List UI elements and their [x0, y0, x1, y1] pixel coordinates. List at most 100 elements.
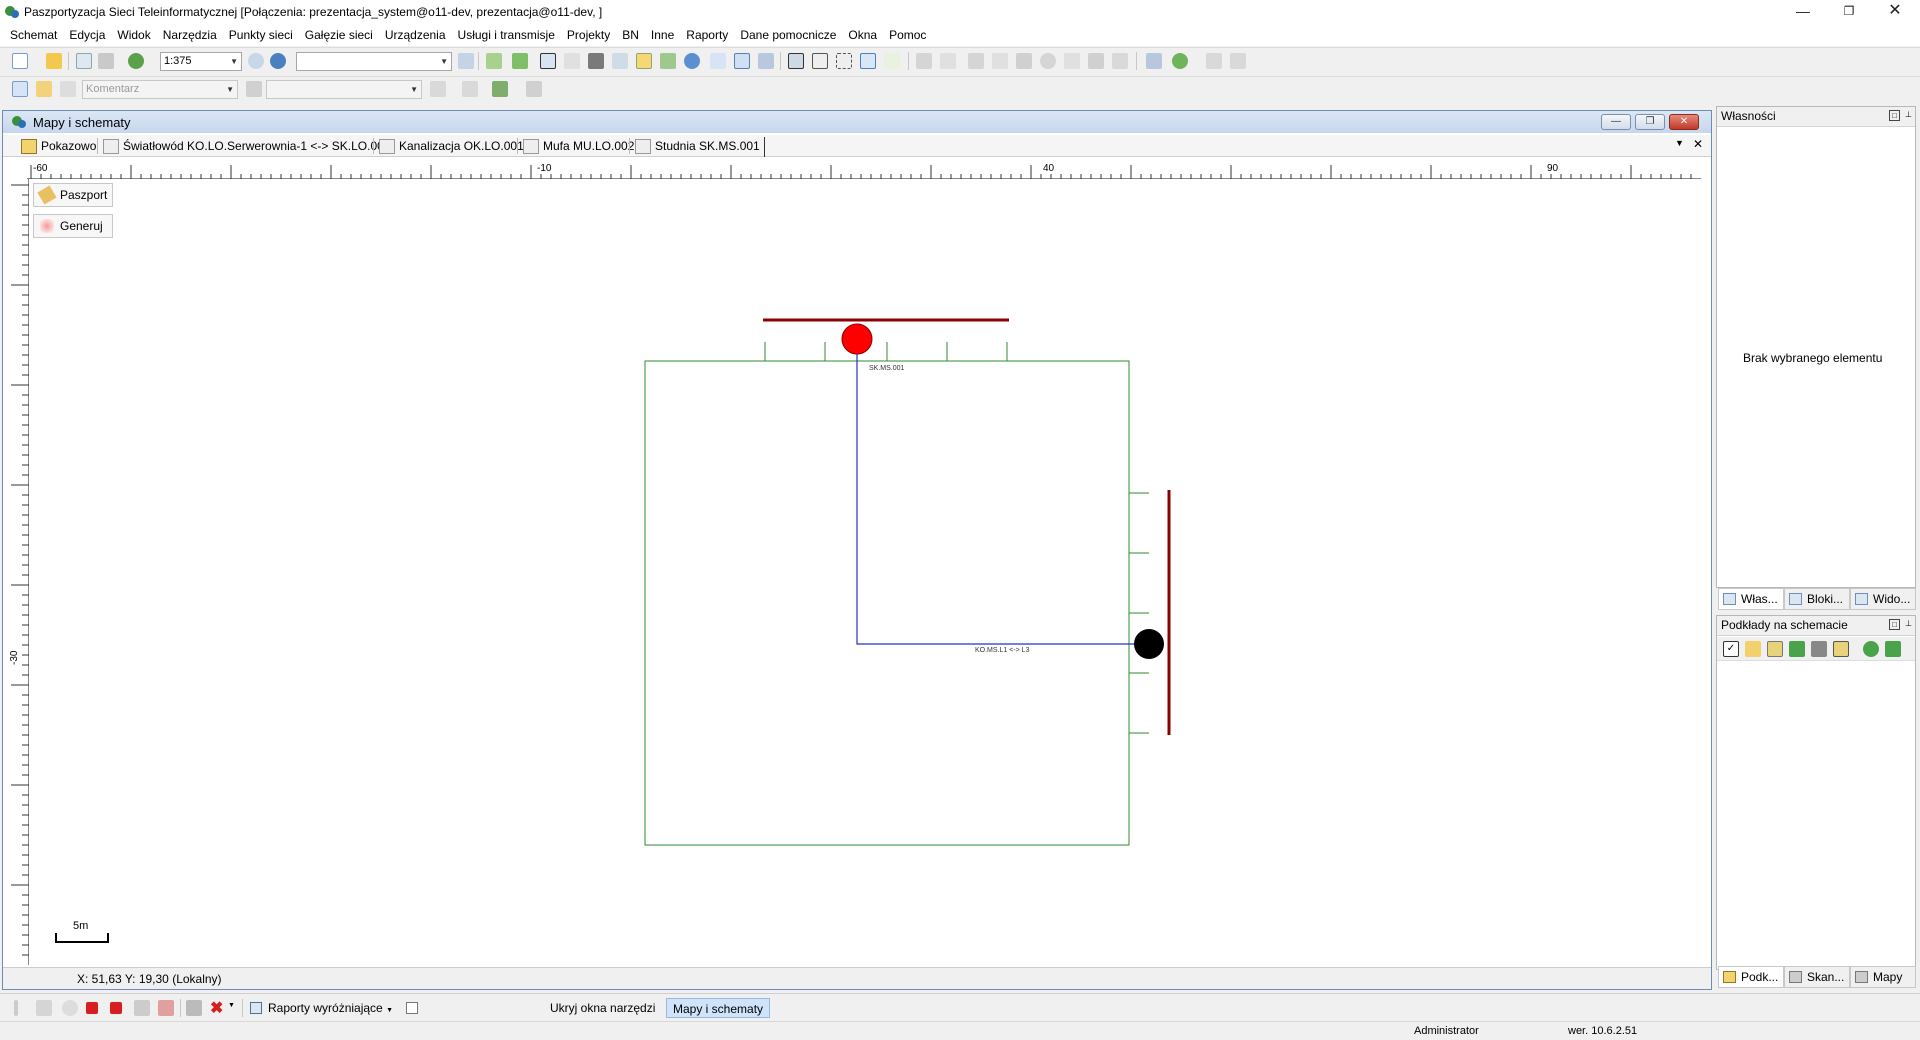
tab-wlasnosci[interactable]: Włas... [1718, 588, 1784, 610]
tab-label: Wido... [1873, 592, 1911, 606]
add-layer-icon[interactable] [1789, 641, 1805, 657]
pin-icon[interactable]: ⊥ [1903, 619, 1914, 630]
connect-icon[interactable] [1146, 53, 1162, 69]
menu-edycja[interactable]: Edycja [63, 24, 111, 46]
reports-dropdown[interactable]: Raporty wyróżniające ▼ [250, 998, 393, 1018]
tab-label: Skan... [1807, 970, 1845, 984]
binoculars-icon[interactable] [588, 53, 604, 69]
select-area-icon[interactable] [540, 53, 556, 69]
ruler-vertical: -30 [7, 179, 29, 965]
map-icon[interactable] [486, 53, 502, 69]
highlight-icon[interactable] [186, 1000, 202, 1016]
stop-red-icon[interactable] [110, 1002, 122, 1014]
layers-icon[interactable] [512, 53, 528, 69]
menu-punkty-sieci[interactable]: Punkty sieci [223, 24, 299, 46]
menu-widok[interactable]: Widok [111, 24, 156, 46]
menu-narzedzia[interactable]: Narzędzia [157, 24, 223, 46]
tab-mapy[interactable]: Mapy [1850, 966, 1916, 988]
tab-widoki[interactable]: Wido... [1850, 588, 1916, 610]
zoom-out-icon[interactable] [248, 53, 264, 69]
menu-inne[interactable]: Inne [645, 24, 680, 46]
tab-podklady[interactable]: Podk... [1718, 966, 1784, 988]
restore-button[interactable]: ❐ [1826, 0, 1872, 24]
pointer-icon[interactable] [12, 81, 28, 97]
maps-minimize-button[interactable]: — [1601, 114, 1631, 130]
menu-pomoc[interactable]: Pomoc [883, 24, 932, 46]
menu-galezie-sieci[interactable]: Gałęzie sieci [299, 24, 379, 46]
table-view-icon[interactable] [734, 53, 750, 69]
clear-highlight-icon[interactable]: ✖ [210, 998, 223, 1018]
layer-icon[interactable] [458, 53, 474, 69]
toolbar-separator [68, 52, 69, 70]
new-document-icon[interactable] [12, 53, 28, 69]
report-icon[interactable] [158, 1000, 174, 1016]
menu-projekty[interactable]: Projekty [561, 24, 616, 46]
align-left-icon[interactable] [788, 53, 804, 69]
scale-select[interactable]: 1:375 ▼ [160, 52, 242, 71]
float-panel-icon[interactable]: □ [1889, 619, 1900, 630]
print-icon[interactable] [98, 53, 114, 69]
chevron-down-icon[interactable]: ▼ [228, 1002, 235, 1009]
zoom-icon[interactable] [270, 53, 286, 69]
globe-icon[interactable] [1172, 53, 1188, 69]
schema-canvas[interactable]: Paszport Generuj SK.MS.001 KO.MS.L1 <-> … [29, 179, 1701, 965]
open-folder-icon[interactable] [46, 53, 62, 69]
add-folder-icon[interactable] [1745, 641, 1761, 657]
search-combo[interactable]: ▼ [296, 52, 452, 71]
image-icon[interactable] [660, 53, 676, 69]
align-top-icon[interactable] [812, 53, 828, 69]
refresh-icon[interactable] [128, 53, 144, 69]
puzzle-icon[interactable] [1885, 641, 1901, 657]
schema-drawing[interactable]: SK.MS.001 KO.MS.L1 <-> L3 [29, 179, 1701, 965]
add-map-icon[interactable] [1767, 641, 1783, 657]
menu-okna[interactable]: Okna [842, 24, 883, 46]
close-button[interactable]: ✕ [1872, 0, 1918, 24]
menu-dane-pomocnicze[interactable]: Dane pomocnicze [734, 24, 842, 46]
tab-separator [97, 138, 98, 154]
minimize-button[interactable]: — [1780, 0, 1826, 24]
scale-bar-label: 5m [73, 920, 89, 932]
close-tab-icon[interactable]: ✕ [1693, 137, 1703, 151]
fit-icon[interactable] [836, 53, 852, 69]
pin-icon[interactable]: ⊥ [1903, 110, 1914, 121]
float-panel-icon[interactable]: □ [1889, 110, 1900, 121]
preview-icon[interactable] [76, 53, 92, 69]
copy-icon[interactable] [612, 53, 628, 69]
underlays-toolbar: ✓ [1717, 637, 1915, 661]
tab-studnia-active[interactable]: Studnia SK.MS.001 [633, 137, 765, 157]
menu-schemat[interactable]: Schemat [4, 24, 63, 46]
checkbox-icon[interactable]: ✓ [1723, 641, 1739, 657]
remove-layer-icon[interactable] [1811, 641, 1827, 657]
line-tool-icon[interactable] [60, 81, 76, 97]
tab-bloki[interactable]: Bloki... [1784, 588, 1850, 610]
route-icon[interactable] [492, 81, 508, 97]
main-toolbar: 1:375 ▼ ▼ [0, 47, 1920, 74]
menu-urzadzenia[interactable]: Urządzenia [379, 24, 452, 46]
edit-disabled-icon [134, 1000, 150, 1016]
edit-map-icon[interactable] [1833, 641, 1849, 657]
tab-kanalizacja[interactable]: Kanalizacja OK.LO.001 [377, 137, 524, 157]
table-icon[interactable] [710, 53, 726, 69]
maps-restore-button[interactable]: ❐ [1635, 114, 1665, 130]
tab-skany[interactable]: Skan... [1784, 966, 1850, 988]
menu-uslugi[interactable]: Usługi i transmisje [452, 24, 561, 46]
menu-bn[interactable]: BN [616, 24, 645, 46]
refresh-icon[interactable] [1863, 641, 1879, 657]
menu-raporty[interactable]: Raporty [680, 24, 734, 46]
info-icon[interactable] [684, 53, 700, 69]
tab-pokazowo[interactable]: Pokazowo [19, 137, 96, 157]
maps-close-button[interactable]: ✕ [1669, 114, 1699, 130]
snap-icon[interactable] [860, 53, 876, 69]
underlay-icon[interactable] [636, 53, 652, 69]
stop-red-icon[interactable] [86, 1002, 98, 1014]
expand-icon[interactable] [884, 53, 900, 69]
hide-tools-button[interactable]: Ukryj okna narzędzi [550, 998, 655, 1018]
maps-window-button[interactable]: Mapy i schematy [666, 998, 771, 1018]
grid-icon[interactable] [564, 53, 580, 69]
tab-swiatlowod[interactable]: Światłowód KO.LO.Serwerownia-1 <-> SK.LO… [101, 137, 390, 157]
option-checkbox[interactable] [406, 1002, 418, 1014]
tab-list-chevron-icon[interactable]: ▼ [1675, 138, 1684, 148]
pencil-icon[interactable] [36, 81, 52, 97]
tab-mufa[interactable]: Mufa MU.LO.002 [521, 137, 634, 157]
layout-icon[interactable] [758, 53, 774, 69]
